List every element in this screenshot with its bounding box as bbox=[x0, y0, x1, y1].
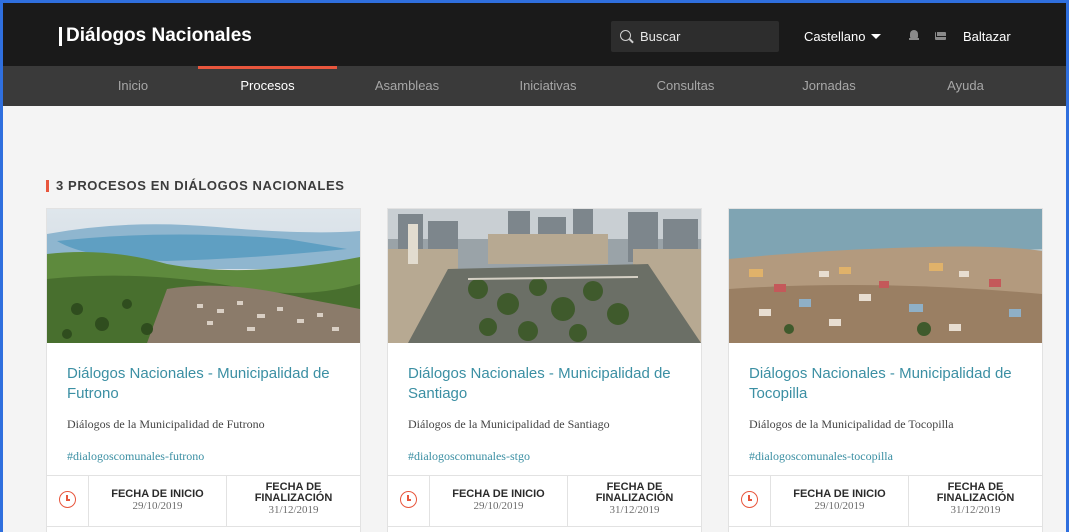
card-hashtag-link[interactable]: #dialogoscomunales-tocopilla bbox=[749, 449, 893, 464]
card-description: Diálogos de la Municipalidad de Futrono bbox=[67, 417, 265, 431]
main-nav: Inicio Procesos Asambleas Iniciativas Co… bbox=[3, 66, 1066, 106]
coastal-town-illustration bbox=[729, 209, 1042, 343]
start-date-label: FECHA DE INICIO bbox=[111, 488, 204, 500]
card-description: Diálogos de la Municipalidad de Tocopill… bbox=[749, 417, 954, 431]
card-dates: FECHA DE INICIO 29/10/2019 FECHA DE FINA… bbox=[729, 475, 1042, 532]
section-bar-mark bbox=[46, 179, 49, 192]
end-date-label-line1: FECHA DE bbox=[947, 481, 1004, 493]
end-date-cell: FECHA DE FINALIZACIÓN 31/12/2019 bbox=[568, 476, 701, 526]
nav-item-iniciativas[interactable]: Iniciativas bbox=[503, 66, 593, 106]
footer-divider bbox=[729, 526, 1042, 527]
card-title-link[interactable]: Diálogos Nacionales - Municipalidad de S… bbox=[408, 364, 688, 404]
brand-name: Diálogos Nacionales bbox=[66, 25, 252, 46]
top-header: Diálogos Nacionales Castellano Baltazar bbox=[3, 3, 1066, 66]
card-title-link[interactable]: Diálogos Nacionales - Municipalidad de F… bbox=[67, 364, 347, 404]
end-date-label-line2: FINALIZACIÓN bbox=[936, 492, 1015, 504]
nav-item-inicio[interactable]: Inicio bbox=[98, 66, 168, 106]
end-date-label-line2: FINALIZACIÓN bbox=[254, 492, 333, 504]
end-date-value: 31/12/2019 bbox=[609, 504, 660, 516]
user-menu[interactable]: Baltazar bbox=[963, 29, 1011, 44]
language-selector[interactable]: Castellano bbox=[804, 29, 882, 44]
start-date-cell: FECHA DE INICIO 29/10/2019 bbox=[430, 476, 568, 526]
brand-logo-link[interactable]: Diálogos Nacionales bbox=[59, 25, 252, 47]
app-frame: Diálogos Nacionales Castellano Baltazar … bbox=[0, 0, 1069, 532]
card-dates: FECHA DE INICIO 29/10/2019 FECHA DE FINA… bbox=[388, 475, 701, 532]
clock-cell bbox=[47, 476, 89, 526]
process-card[interactable]: Diálogos Nacionales - Municipalidad de S… bbox=[387, 208, 702, 532]
card-dates: FECHA DE INICIO 29/10/2019 FECHA DE FINA… bbox=[47, 475, 360, 532]
end-date-cell: FECHA DE FINALIZACIÓN 31/12/2019 bbox=[909, 476, 1042, 526]
card-hashtag-link[interactable]: #dialogoscomunales-stgo bbox=[408, 449, 530, 464]
language-label: Castellano bbox=[804, 29, 866, 44]
end-date-label-line1: FECHA DE bbox=[265, 481, 322, 493]
footer-divider bbox=[388, 526, 701, 527]
card-image-lake-town[interactable] bbox=[47, 209, 360, 343]
nav-item-ayuda[interactable]: Ayuda bbox=[933, 66, 998, 106]
card-hashtag-link[interactable]: #dialogoscomunales-futrono bbox=[67, 449, 204, 464]
start-date-value: 29/10/2019 bbox=[473, 500, 524, 512]
end-date-cell: FECHA DE FINALIZACIÓN 31/12/2019 bbox=[227, 476, 360, 526]
end-date-value: 31/12/2019 bbox=[950, 504, 1001, 516]
start-date-cell: FECHA DE INICIO 29/10/2019 bbox=[89, 476, 227, 526]
card-image-city-plaza[interactable] bbox=[388, 209, 701, 343]
clock-icon bbox=[59, 491, 76, 508]
process-card[interactable]: Diálogos Nacionales - Municipalidad de F… bbox=[46, 208, 361, 532]
start-date-value: 29/10/2019 bbox=[814, 500, 865, 512]
nav-item-jornadas[interactable]: Jornadas bbox=[789, 66, 869, 106]
search-input[interactable] bbox=[640, 29, 770, 44]
card-description: Diálogos de la Municipalidad de Santiago bbox=[408, 417, 610, 431]
card-title-link[interactable]: Diálogos Nacionales - Municipalidad de T… bbox=[749, 364, 1029, 404]
city-plaza-illustration bbox=[388, 209, 701, 343]
mail-icon[interactable] bbox=[935, 32, 946, 40]
chevron-down-icon bbox=[871, 34, 882, 39]
nav-item-procesos[interactable]: Procesos bbox=[198, 66, 337, 106]
footer-divider bbox=[47, 526, 360, 527]
clock-cell bbox=[729, 476, 771, 526]
search-box[interactable] bbox=[611, 21, 779, 52]
search-icon bbox=[620, 29, 634, 44]
end-date-value: 31/12/2019 bbox=[268, 504, 319, 516]
nav-item-asambleas[interactable]: Asambleas bbox=[367, 66, 447, 106]
clock-cell bbox=[388, 476, 430, 526]
nav-active-indicator bbox=[198, 66, 337, 69]
card-image-coastal-town[interactable] bbox=[729, 209, 1042, 343]
start-date-cell: FECHA DE INICIO 29/10/2019 bbox=[771, 476, 909, 526]
bell-icon[interactable] bbox=[909, 30, 919, 41]
clock-icon bbox=[741, 491, 758, 508]
lake-town-illustration bbox=[47, 209, 360, 343]
section-title-text: 3 PROCESOS EN DIÁLOGOS NACIONALES bbox=[56, 178, 345, 193]
start-date-label: FECHA DE INICIO bbox=[452, 488, 545, 500]
brand-bar-mark bbox=[59, 26, 62, 46]
start-date-label: FECHA DE INICIO bbox=[793, 488, 886, 500]
clock-icon bbox=[400, 491, 417, 508]
end-date-label-line1: FECHA DE bbox=[606, 481, 663, 493]
section-heading: 3 PROCESOS EN DIÁLOGOS NACIONALES bbox=[46, 178, 345, 193]
start-date-value: 29/10/2019 bbox=[132, 500, 183, 512]
process-card[interactable]: Diálogos Nacionales - Municipalidad de T… bbox=[728, 208, 1043, 532]
end-date-label-line2: FINALIZACIÓN bbox=[595, 492, 674, 504]
nav-item-consultas[interactable]: Consultas bbox=[643, 66, 728, 106]
